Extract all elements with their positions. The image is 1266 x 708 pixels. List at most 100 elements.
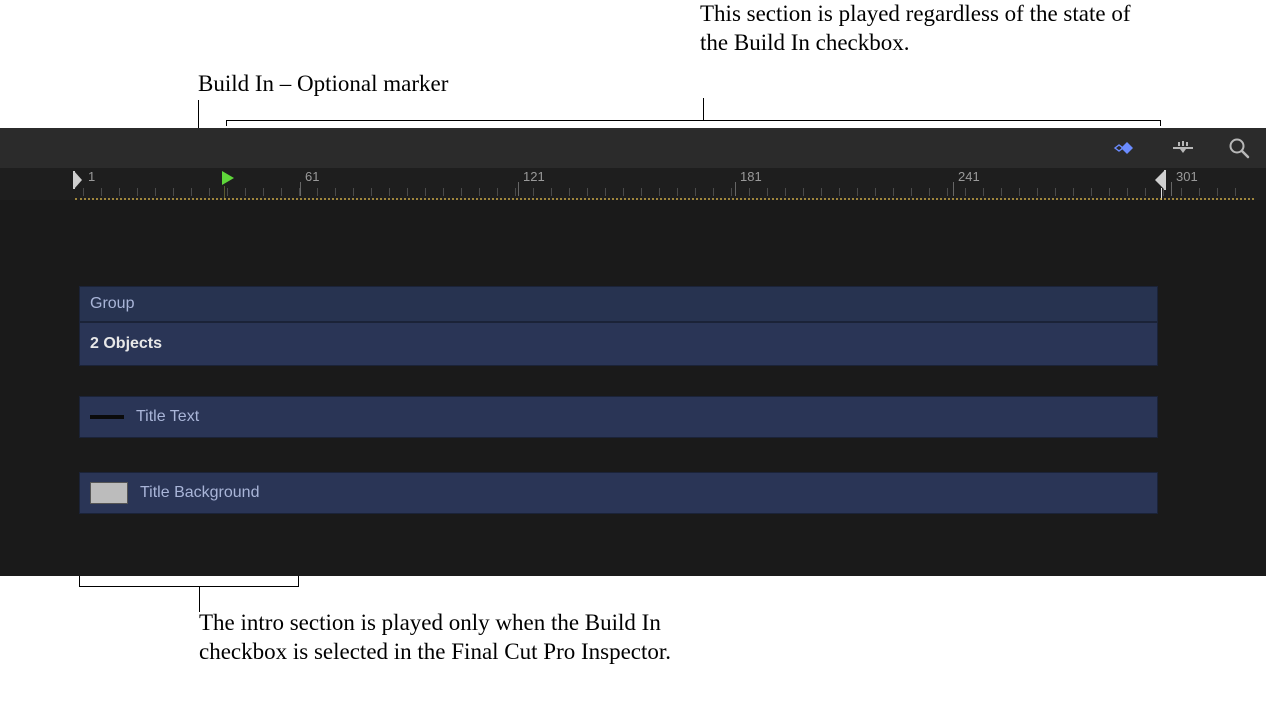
group-count-bar[interactable]: 2 Objects [79, 322, 1158, 366]
ruler-tick [425, 188, 426, 196]
ruler-tick-major [300, 182, 301, 196]
track-label: Title Background [140, 484, 259, 502]
ruler-label-start: 1 [88, 169, 95, 184]
ruler-tick [479, 188, 480, 196]
keyframe-diamond-icon[interactable] [1112, 137, 1142, 159]
ruler-tick [821, 188, 822, 196]
group-header-row[interactable]: Group [0, 286, 1266, 322]
ruler-tick [641, 188, 642, 196]
ruler-tick [83, 188, 84, 196]
ruler-tick [1181, 188, 1182, 196]
ruler-tick-major [1171, 182, 1172, 196]
ruler-tick [1109, 188, 1110, 196]
ruler-tick [947, 188, 948, 196]
group-count: 2 Objects [90, 335, 162, 353]
track-row-title-text[interactable]: Title Text [0, 396, 1266, 438]
out-point-icon[interactable] [1149, 170, 1167, 190]
ruler-tick [875, 188, 876, 196]
ruler-tick [983, 188, 984, 196]
timeline-toolbar [0, 128, 1266, 168]
magnifier-icon[interactable] [1224, 137, 1254, 159]
group-count-row[interactable]: 2 Objects [0, 322, 1266, 366]
ruler-tick [443, 188, 444, 196]
ruler-tick [317, 188, 318, 196]
ruler-tick [929, 188, 930, 196]
ruler-tick [173, 188, 174, 196]
ruler-tick [461, 188, 462, 196]
callout-played-regardless: This section is played regardless of the… [700, 0, 1140, 58]
ruler-tick [281, 188, 282, 196]
snapping-icon[interactable] [1168, 137, 1198, 159]
ruler-tick [1073, 188, 1074, 196]
track-thumbnail [90, 415, 124, 419]
track-thumbnail [90, 482, 128, 504]
ruler-tick [623, 188, 624, 196]
callout-bracket-top [226, 98, 1161, 126]
ruler-tick [911, 188, 912, 196]
track-bar-title-background[interactable]: Title Background [79, 472, 1158, 514]
ruler-tick [1127, 188, 1128, 196]
track-row-title-background[interactable]: Title Background [0, 472, 1266, 514]
ruler-tick [515, 188, 516, 196]
ruler-tick [191, 188, 192, 196]
ruler-tick [731, 188, 732, 196]
ruler-tick [1217, 188, 1218, 196]
ruler-tick [605, 188, 606, 196]
ruler-tick [209, 188, 210, 196]
ruler-tick [767, 188, 768, 196]
ruler-tick [893, 188, 894, 196]
ruler-tick [101, 188, 102, 196]
callout-build-in-marker: Build In – Optional marker [198, 70, 628, 99]
ruler-tick [1019, 188, 1020, 196]
ruler-tick [713, 188, 714, 196]
ruler-tick-major [953, 182, 954, 196]
ruler-tick [965, 188, 966, 196]
ruler-tick [1199, 188, 1200, 196]
ruler-tick [227, 188, 228, 196]
in-point-icon[interactable] [73, 171, 83, 189]
ruler-label: 121 [523, 169, 545, 184]
timeline-ruler[interactable]: 61121181241301 1 [0, 168, 1266, 196]
ruler-tick [245, 188, 246, 196]
ruler-tick [659, 188, 660, 196]
ruler-tick [1235, 188, 1236, 196]
ruler-tick [551, 188, 552, 196]
timeline-panel: 61121181241301 1 Group 2 Obj [0, 128, 1266, 576]
ruler-tick [785, 188, 786, 196]
callout-bracket-bottom [79, 576, 299, 612]
ruler-tick [677, 188, 678, 196]
ruler-tick [749, 188, 750, 196]
ruler-tick-major [518, 182, 519, 196]
ruler-tick [335, 188, 336, 196]
group-header-bar[interactable]: Group [79, 286, 1158, 322]
ruler-tick [353, 188, 354, 196]
ruler-label: 61 [305, 169, 319, 184]
ruler-tick [569, 188, 570, 196]
timeline-tracks-area: Group 2 Objects Title Text Title Backgro… [0, 200, 1266, 576]
track-label: Title Text [136, 408, 199, 426]
ruler-tick [119, 188, 120, 196]
ruler-tick [263, 188, 264, 196]
ruler-tick-major [735, 182, 736, 196]
ruler-label: 181 [740, 169, 762, 184]
ruler-tick [857, 188, 858, 196]
callout-intro-section: The intro section is played only when th… [199, 609, 679, 667]
ruler-tick [1145, 188, 1146, 196]
ruler-tick [497, 188, 498, 196]
ruler-tick [137, 188, 138, 196]
ruler-tick [1037, 188, 1038, 196]
ruler-tick [533, 188, 534, 196]
ruler-tick [695, 188, 696, 196]
ruler-tick [1055, 188, 1056, 196]
ruler-tick [371, 188, 372, 196]
group-label: Group [90, 295, 134, 313]
ruler-label: 301 [1176, 169, 1198, 184]
track-bar-title-text[interactable]: Title Text [79, 396, 1158, 438]
ruler-tick [155, 188, 156, 196]
ruler-tick [407, 188, 408, 196]
ruler-tick [803, 188, 804, 196]
ruler-tick [587, 188, 588, 196]
ruler-tick [1001, 188, 1002, 196]
ruler-tick [389, 188, 390, 196]
ruler-tick [1091, 188, 1092, 196]
